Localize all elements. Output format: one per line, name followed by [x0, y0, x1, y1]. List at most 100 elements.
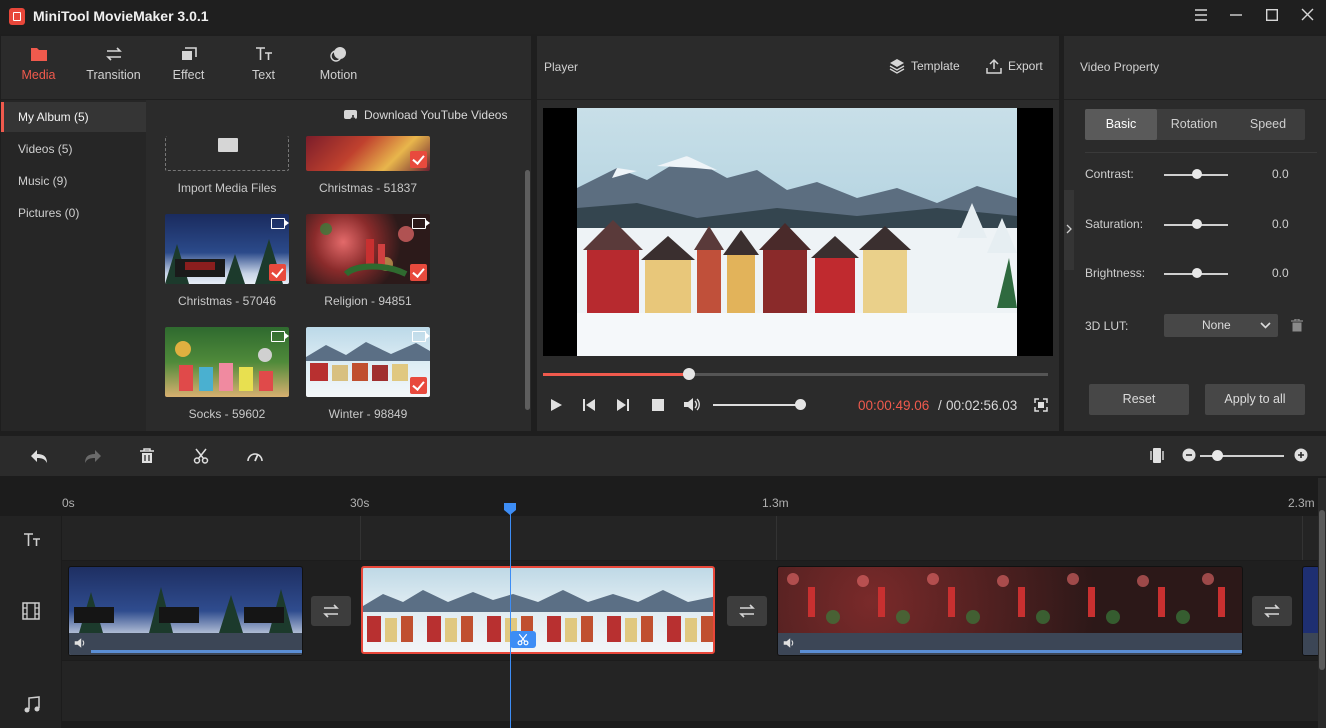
current-time: 00:00:49.06 [858, 398, 929, 413]
volume-slider[interactable] [713, 404, 805, 406]
maximize-icon[interactable] [1255, 4, 1289, 30]
trash-icon [1291, 319, 1303, 332]
zoom-handle[interactable] [1212, 450, 1223, 461]
sidebar-item-my-album[interactable]: My Album (5) [1, 102, 146, 132]
title-bar: MiniTool MovieMaker 3.0.1 [0, 0, 1326, 34]
timeline-clip[interactable] [68, 566, 303, 656]
playhead[interactable] [510, 503, 511, 728]
transition-slot[interactable] [311, 596, 351, 626]
tab-motion[interactable]: Motion [301, 46, 376, 82]
download-youtube-button[interactable]: Download YouTube Videos [344, 108, 507, 122]
redo-button[interactable] [84, 448, 102, 467]
stop-button[interactable] [652, 399, 664, 414]
zoom-in-button[interactable] [1294, 448, 1308, 465]
trash-icon [139, 448, 155, 464]
thumbnail [165, 327, 289, 397]
reset-button[interactable]: Reset [1089, 384, 1189, 415]
import-icon [218, 138, 238, 152]
contrast-handle[interactable] [1192, 169, 1202, 179]
fullscreen-icon [1034, 398, 1048, 412]
saturation-handle[interactable] [1192, 219, 1202, 229]
checked-icon [410, 264, 427, 281]
volume-button[interactable] [683, 397, 701, 415]
text-track[interactable] [62, 516, 1318, 560]
volume-icon[interactable] [783, 637, 796, 649]
fullscreen-button[interactable] [1034, 398, 1048, 415]
apply-to-all-button[interactable]: Apply to all [1205, 384, 1305, 415]
time-ruler[interactable] [62, 476, 1318, 516]
swap-arrows-icon [738, 603, 756, 619]
video-camera-icon [271, 218, 285, 229]
tab-basic[interactable]: Basic [1085, 109, 1157, 140]
tab-transition[interactable]: Transition [76, 46, 151, 82]
media-scrollbar[interactable] [525, 170, 530, 410]
media-item[interactable]: Winter - 98849 [306, 327, 430, 421]
collapse-panel-button[interactable] [1064, 190, 1074, 270]
zoom-out-icon [1182, 448, 1196, 462]
ruler-label: 2.3m [1288, 496, 1315, 510]
thumbnail [306, 327, 430, 397]
media-item[interactable]: Religion - 94851 [306, 214, 430, 308]
transition-slot[interactable] [1252, 596, 1292, 626]
tab-text[interactable]: Text [226, 46, 301, 82]
skip-back-icon [582, 398, 596, 412]
sidebar-item-music[interactable]: Music (9) [1, 166, 146, 196]
speedometer-icon [246, 448, 264, 464]
video-preview [543, 108, 1053, 356]
music-track[interactable] [62, 661, 1318, 721]
split-marker[interactable] [510, 631, 536, 648]
total-time: 00:02:56.03 [946, 398, 1017, 413]
media-item[interactable]: Socks - 59602 [165, 327, 289, 421]
import-media-card[interactable]: Import Media Files [165, 136, 289, 195]
speed-button[interactable] [246, 448, 264, 467]
video-property-panel: Video Property Basic Rotation Speed Cont… [1064, 36, 1326, 431]
playback-progress-bar[interactable] [543, 373, 1048, 376]
delete-lut-button[interactable] [1291, 319, 1303, 335]
volume-icon[interactable] [74, 637, 87, 649]
sidebar-item-pictures[interactable]: Pictures (0) [1, 198, 146, 228]
template-button[interactable]: Template [889, 58, 960, 74]
lut-dropdown[interactable]: None [1164, 314, 1278, 337]
previous-frame-button[interactable] [582, 398, 596, 415]
sidebar-item-videos[interactable]: Videos (5) [1, 134, 146, 164]
progress-fill [543, 373, 689, 376]
transition-slot[interactable] [727, 596, 767, 626]
thumbnail [306, 214, 430, 284]
split-button[interactable] [193, 448, 209, 467]
redo-icon [84, 448, 102, 464]
export-button[interactable]: Export [986, 58, 1043, 74]
brightness-handle[interactable] [1192, 268, 1202, 278]
media-item[interactable]: Christmas - 57046 [165, 214, 289, 308]
tab-speed[interactable]: Speed [1231, 109, 1305, 140]
timeline-clip[interactable] [777, 566, 1243, 656]
tab-rotation[interactable]: Rotation [1157, 109, 1231, 140]
timeline-clip-selected[interactable] [361, 566, 715, 654]
next-frame-button[interactable] [616, 398, 630, 415]
undo-button[interactable] [30, 448, 48, 467]
menu-icon[interactable] [1184, 4, 1218, 30]
swap-arrows-icon [322, 603, 340, 619]
ruler-label: 0s [62, 496, 75, 510]
tab-media[interactable]: Media [1, 46, 76, 82]
swap-arrows-icon [105, 46, 123, 62]
play-icon [549, 398, 563, 412]
youtube-download-icon [344, 109, 359, 121]
saturation-label: Saturation: [1085, 217, 1143, 231]
brightness-value: 0.0 [1272, 266, 1289, 280]
timeline-scrollbar[interactable] [1319, 510, 1325, 670]
thumbnail [306, 136, 430, 171]
media-caption: Socks - 59602 [165, 407, 289, 421]
play-button[interactable] [549, 398, 563, 415]
playhead-handle-icon[interactable] [503, 502, 517, 516]
media-item[interactable]: Christmas - 51837 [306, 136, 430, 195]
snap-button[interactable] [1150, 447, 1164, 467]
minimize-icon[interactable] [1219, 4, 1253, 30]
close-icon[interactable] [1290, 4, 1324, 30]
volume-handle[interactable] [795, 399, 806, 410]
media-panel: Media Transition Effect Text Motion My A… [1, 36, 531, 431]
zoom-out-button[interactable] [1182, 448, 1196, 465]
album-sidebar: My Album (5) Videos (5) Music (9) Pictur… [1, 100, 146, 431]
delete-button[interactable] [139, 448, 155, 467]
tab-effect[interactable]: Effect [151, 46, 226, 82]
progress-handle[interactable] [683, 368, 695, 380]
